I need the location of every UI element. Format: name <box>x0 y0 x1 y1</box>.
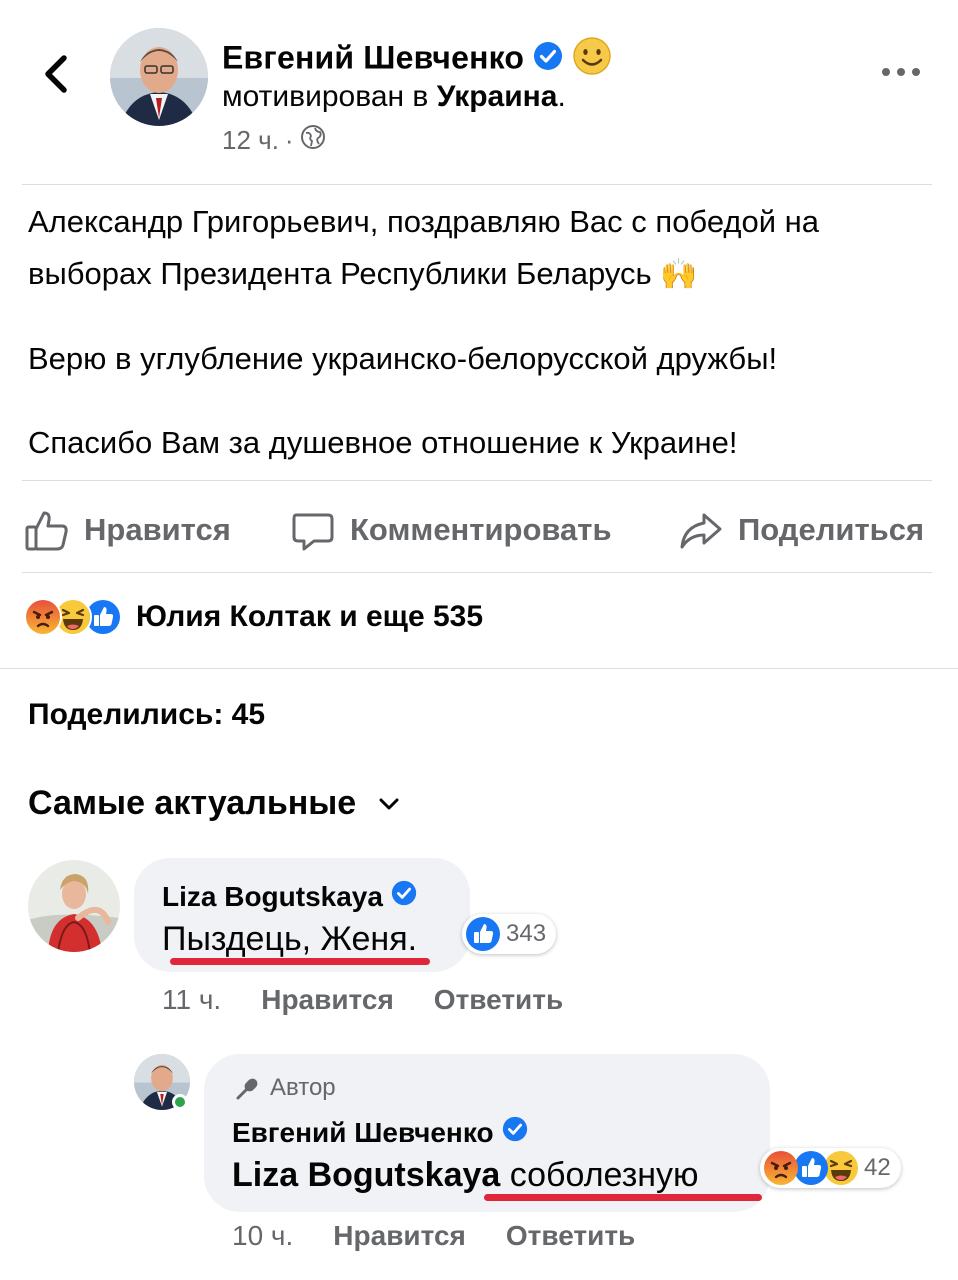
like-button[interactable]: Нравится <box>24 502 231 558</box>
ellipsis-icon <box>882 68 920 76</box>
thumbs-up-icon <box>25 511 68 551</box>
comment-reply-button[interactable]: Ответить <box>434 984 563 1016</box>
reply-reactions-badge[interactable]: 42 <box>760 1148 901 1188</box>
like-reaction-icon <box>794 1151 828 1185</box>
commenter-avatar[interactable] <box>28 860 120 952</box>
author-avatar[interactable] <box>110 28 208 126</box>
author-badge-label: Автор <box>270 1074 336 1101</box>
comment-like-button[interactable]: Нравится <box>261 984 394 1016</box>
post-time[interactable]: 12 ч. <box>222 125 279 156</box>
haha-reaction-icon <box>824 1151 858 1185</box>
comment-label: Комментировать <box>350 512 612 547</box>
shares-count[interactable]: Поделились: 45 <box>28 698 265 732</box>
sort-label: Самые актуальные <box>28 784 357 822</box>
raising-hands-emoji: 🙌 <box>660 258 698 291</box>
verified-badge-icon <box>533 41 563 79</box>
more-options-button[interactable] <box>878 60 924 84</box>
reply-time[interactable]: 10 ч. <box>232 1220 293 1252</box>
author-badge: Автор <box>234 1074 336 1102</box>
post-paragraph-2: Верю в углубление украинско-белорусской … <box>28 341 778 376</box>
actions-top-divider <box>22 480 932 481</box>
comment-sort-dropdown[interactable]: Самые актуальные <box>28 784 400 823</box>
reply-like-button[interactable]: Нравится <box>333 1220 466 1252</box>
reply-text: соболезную <box>509 1156 699 1194</box>
post-line-2: выборах Президента Республики Беларусь <box>28 256 652 291</box>
verified-badge-icon <box>502 1116 528 1149</box>
comment-bubble-icon <box>292 513 334 551</box>
angry-reaction-icon <box>24 598 62 636</box>
reply-author-avatar[interactable] <box>134 1054 190 1110</box>
reactions-divider <box>0 668 958 669</box>
status-line: мотивирован в Украина. <box>222 80 566 114</box>
share-button[interactable]: Поделиться <box>678 502 924 558</box>
comment-reactions-badge[interactable]: 343 <box>462 914 557 954</box>
status-place[interactable]: Украина <box>437 80 558 113</box>
comment-author-row: Liza Bogutskaya <box>162 880 417 913</box>
status-prefix: мотивирован в <box>222 80 437 113</box>
status-suffix: . <box>557 80 566 113</box>
share-label: Поделиться <box>738 512 925 547</box>
red-underline-annotation <box>484 1194 762 1201</box>
microphone-icon <box>236 1078 258 1100</box>
post-line-2-row: выборах Президента Республики Беларусь 🙌 <box>28 248 928 301</box>
angry-reaction-icon <box>764 1151 798 1185</box>
chevron-left-icon <box>45 55 67 93</box>
comment-time[interactable]: 11 ч. <box>162 984 221 1016</box>
comment-meta: 11 ч. Нравится Ответить <box>162 984 563 1016</box>
post-line-1: Александр Григорьевич, поздравляю Вас с … <box>28 204 820 239</box>
author-name[interactable]: Евгений Шевченко <box>222 39 524 75</box>
share-arrow-icon <box>680 513 722 549</box>
reply-text-row: Liza Bogutskaya соболезную <box>232 1156 699 1195</box>
smiling-face-icon <box>572 36 612 84</box>
post-paragraph-3: Спасибо Вам за душевное отношение к Укра… <box>28 425 738 460</box>
reply-author-name[interactable]: Евгений Шевченко <box>232 1117 494 1149</box>
actions-bottom-divider <box>22 572 932 573</box>
comment-text: Пыздець, Женя. <box>162 920 418 958</box>
back-button[interactable] <box>38 52 78 96</box>
globe-icon <box>300 124 326 157</box>
author-name-row: Евгений Шевченко <box>222 36 612 84</box>
reactions-summary[interactable]: Юлия Колтак и еще 535 <box>24 598 483 636</box>
online-status-dot <box>172 1094 188 1110</box>
comment-author-name[interactable]: Liza Bogutskaya <box>162 881 383 913</box>
chevron-down-icon <box>379 798 399 809</box>
post-meta: 12 ч. · <box>222 124 326 157</box>
reply-meta: 10 ч. Нравится Ответить <box>232 1220 635 1252</box>
meta-separator: · <box>284 125 294 155</box>
reply-reactions-count: 42 <box>864 1154 891 1181</box>
red-underline-annotation <box>170 958 430 965</box>
header-divider <box>22 184 932 185</box>
comment-reactions-count: 343 <box>506 920 547 947</box>
reactions-summary-text: Юлия Колтак и еще 535 <box>136 600 484 633</box>
post-body: Александр Григорьевич, поздравляю Вас с … <box>28 196 928 469</box>
verified-badge-icon <box>391 880 417 913</box>
comment-button[interactable]: Комментировать <box>290 502 612 558</box>
like-label: Нравится <box>84 512 231 547</box>
reply-mention[interactable]: Liza Bogutskaya <box>232 1156 500 1194</box>
like-reaction-icon <box>466 917 500 951</box>
reply-author-row: Евгений Шевченко <box>232 1116 528 1149</box>
reply-reply-button[interactable]: Ответить <box>506 1220 635 1252</box>
